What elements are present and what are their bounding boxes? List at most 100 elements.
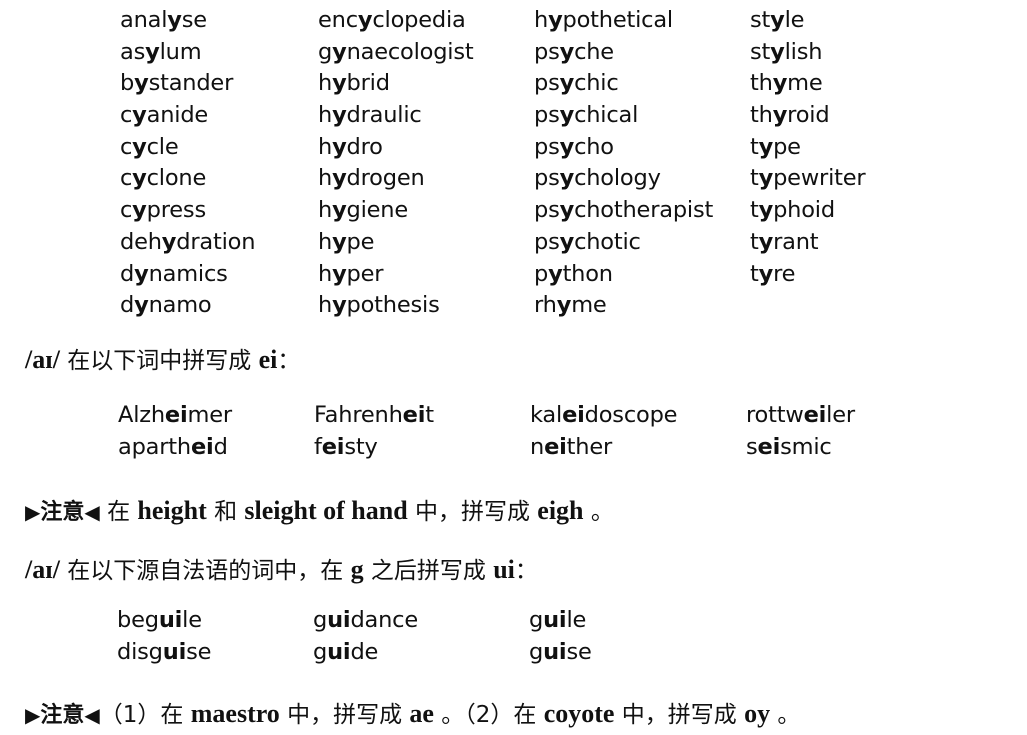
phonetic-symbol: /aɪ/ (25, 555, 60, 584)
word-part: ps (534, 102, 560, 129)
word-entry: g ui se (529, 637, 689, 669)
ei-section-heading: /aɪ/ 在以下词中拼写成 ei： (25, 343, 300, 378)
dictionary-page: anal y se as y lum b y stander c y anide c y cle c y clon… (0, 0, 1027, 735)
word-highlight: y (134, 292, 149, 319)
heading-colon: ： (514, 558, 538, 584)
word-part: h (318, 292, 333, 319)
word-highlight: ei (757, 433, 781, 460)
word-entry: rh y me (534, 290, 750, 322)
word-part: roid (787, 102, 830, 129)
word-part: t (750, 197, 759, 224)
word-entry: t y pewriter (750, 163, 870, 195)
word-highlight: ei (402, 402, 426, 428)
word-highlight: y (559, 38, 575, 65)
word-height: height (137, 496, 207, 525)
word-part: drogen (346, 165, 425, 192)
word-part: deh (120, 228, 162, 255)
word-part: ps (534, 228, 560, 255)
word-entry: h y giene (318, 195, 534, 227)
word-part: t (750, 133, 759, 160)
word-part: st (750, 7, 771, 33)
word-highlight: y (758, 133, 774, 160)
word-highlight: y (332, 260, 347, 287)
word-entry: th y roid (750, 100, 870, 132)
word-part: press (146, 197, 207, 224)
word-part: c (120, 165, 133, 192)
word-highlight: ui (543, 639, 567, 665)
spelling-ae: ae (409, 699, 434, 728)
word-part: t (750, 228, 759, 255)
heading-text: 之后拼写成 (363, 558, 494, 584)
word-highlight: ui (327, 639, 351, 665)
word-highlight: ei (544, 433, 567, 460)
word-entry: as y lum (120, 37, 318, 69)
word-entry: st y le (750, 5, 870, 37)
word-entry: h y draulic (318, 100, 534, 132)
word-entry: rottw ei ler (746, 400, 876, 432)
word-part: Fahrenh (314, 402, 403, 428)
word-part: pewriter (773, 165, 866, 192)
word-part: p (534, 260, 549, 287)
word-part: chotherapist (574, 197, 714, 224)
note-text: 中，拼写成 (279, 702, 410, 728)
word-highlight: y (559, 102, 575, 129)
word-highlight: ei (803, 402, 827, 428)
word-entry: g y naecologist (318, 37, 534, 69)
word-part: pe (346, 228, 375, 255)
word-part: s (746, 433, 758, 460)
word-highlight: y (332, 292, 347, 319)
word-entry: h y pothetical (534, 5, 750, 37)
word-part: d (213, 433, 228, 460)
word-part: h (318, 197, 333, 224)
word-part: beg (117, 607, 159, 633)
word-part: se (181, 7, 207, 33)
word-highlight: y (556, 292, 572, 319)
heading-text: 在以下源自法语的词中，在 (59, 558, 351, 584)
ui-word-list: beg ui le disg ui se g ui dance g ui de g ui le g ui se (117, 605, 689, 669)
word-part: anal (120, 7, 168, 33)
word-part: h (318, 70, 333, 97)
word-entry: d y namo (120, 290, 318, 322)
word-entry: t y phoid (750, 195, 870, 227)
word-part: c (120, 197, 133, 224)
word-entry: c y cle (120, 132, 318, 164)
word-entry: Alzh ei mer (118, 400, 314, 432)
word-part: g (529, 607, 544, 633)
word-highlight: ui (543, 607, 567, 633)
note-text: 中，拼写成 (407, 499, 538, 525)
word-sleight-of-hand: sleight of hand (244, 496, 408, 525)
word-part: cho (574, 133, 614, 160)
word-highlight: y (770, 38, 785, 65)
word-part: lish (784, 38, 823, 65)
spelling-ui: ui (493, 555, 515, 584)
word-entry: b y stander (120, 68, 318, 100)
word-entry: ps y chology (534, 163, 750, 195)
word-entry: ps y che (534, 37, 750, 69)
word-part: ps (534, 70, 560, 97)
note-text: 和 (206, 499, 245, 525)
word-entry: beg ui le (117, 605, 313, 637)
word-highlight: y (559, 197, 575, 224)
ui-section-heading: /aɪ/ 在以下源自法语的词中，在 g 之后拼写成 ui： (25, 553, 538, 588)
triangle-right-icon: ▶ (25, 500, 41, 524)
word-part: enc (318, 7, 358, 33)
word-part: sty (344, 433, 378, 460)
word-part: t (750, 260, 759, 287)
word-entry: t y pe (750, 132, 870, 164)
word-part: ler (826, 402, 855, 428)
word-part: se (566, 639, 592, 665)
word-entry: ps y chotherapist (534, 195, 750, 227)
word-part: ps (534, 133, 560, 160)
word-part: pothetical (562, 7, 674, 33)
word-part: chical (574, 102, 639, 129)
word-entry: th y me (750, 68, 870, 100)
note-text: 。 (583, 499, 614, 525)
word-entry: p y thon (534, 259, 750, 291)
word-part: h (318, 165, 333, 192)
word-highlight: y (134, 260, 149, 287)
word-highlight: y (559, 165, 575, 192)
word-entry: enc y clopedia (318, 5, 534, 37)
word-part: pe (773, 133, 801, 160)
word-part: n (530, 433, 545, 460)
word-part: ther (566, 433, 613, 460)
